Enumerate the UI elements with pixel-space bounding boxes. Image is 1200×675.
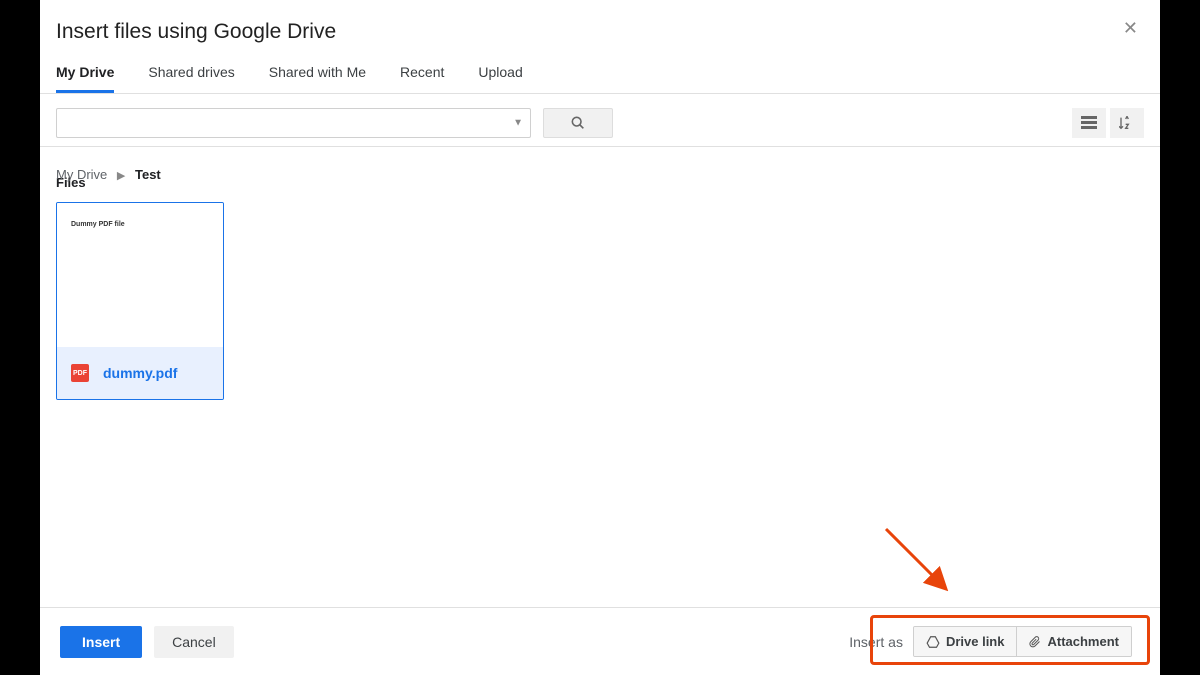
breadcrumb-current: Test <box>135 167 161 182</box>
view-list-button[interactable] <box>1072 108 1106 138</box>
search-icon <box>570 115 586 131</box>
drive-link-label: Drive link <box>946 634 1005 649</box>
file-preview: Dummy PDF file <box>57 203 223 347</box>
drive-link-button[interactable]: Drive link <box>914 627 1017 656</box>
insert-as-label: Insert as <box>849 634 903 650</box>
dialog-container: Insert files using Google Drive ✕ My Dri… <box>40 0 1160 675</box>
tab-bar: My Drive Shared drives Shared with Me Re… <box>40 62 1160 94</box>
files-grid: Dummy PDF file PDF dummy.pdf <box>40 196 1160 406</box>
file-name: dummy.pdf <box>103 365 177 381</box>
paperclip-icon <box>1029 635 1041 649</box>
annotation-arrow-icon <box>880 523 960 603</box>
attachment-button[interactable]: Attachment <box>1016 627 1131 656</box>
bottom-bar: Insert Cancel Insert as Drive link Attac… <box>40 607 1160 675</box>
close-icon[interactable]: ✕ <box>1123 18 1138 39</box>
insert-button[interactable]: Insert <box>60 626 142 658</box>
tab-recent[interactable]: Recent <box>400 62 444 93</box>
file-card[interactable]: Dummy PDF file PDF dummy.pdf <box>56 202 224 400</box>
sort-button[interactable] <box>1110 108 1144 138</box>
tab-shared-with-me[interactable]: Shared with Me <box>269 62 366 93</box>
file-preview-text: Dummy PDF file <box>71 221 209 228</box>
search-input[interactable] <box>56 108 531 138</box>
tab-shared-drives[interactable]: Shared drives <box>148 62 234 93</box>
section-files-label: Files <box>40 175 1160 196</box>
sort-az-icon <box>1119 116 1135 130</box>
list-icon <box>1081 116 1097 130</box>
tab-upload[interactable]: Upload <box>478 62 522 93</box>
toolbar: ▼ My Drive ▶ Test <box>40 94 1160 147</box>
search-button[interactable] <box>543 108 613 138</box>
attachment-label: Attachment <box>1047 634 1119 649</box>
breadcrumb-root[interactable]: My Drive <box>56 167 107 182</box>
insert-as-group: Insert as Drive link Attachment <box>841 620 1140 663</box>
chevron-right-icon: ▶ <box>117 170 125 182</box>
search-wrapper: ▼ <box>56 108 531 138</box>
cancel-button[interactable]: Cancel <box>154 626 234 658</box>
file-footer: PDF dummy.pdf <box>57 347 223 399</box>
pdf-icon: PDF <box>71 364 89 382</box>
breadcrumb: My Drive ▶ Test <box>40 155 177 190</box>
tab-my-drive[interactable]: My Drive <box>56 62 114 93</box>
drive-icon <box>926 635 940 649</box>
insert-as-toggle: Drive link Attachment <box>913 626 1132 657</box>
dialog-title: Insert files using Google Drive <box>40 0 1160 62</box>
